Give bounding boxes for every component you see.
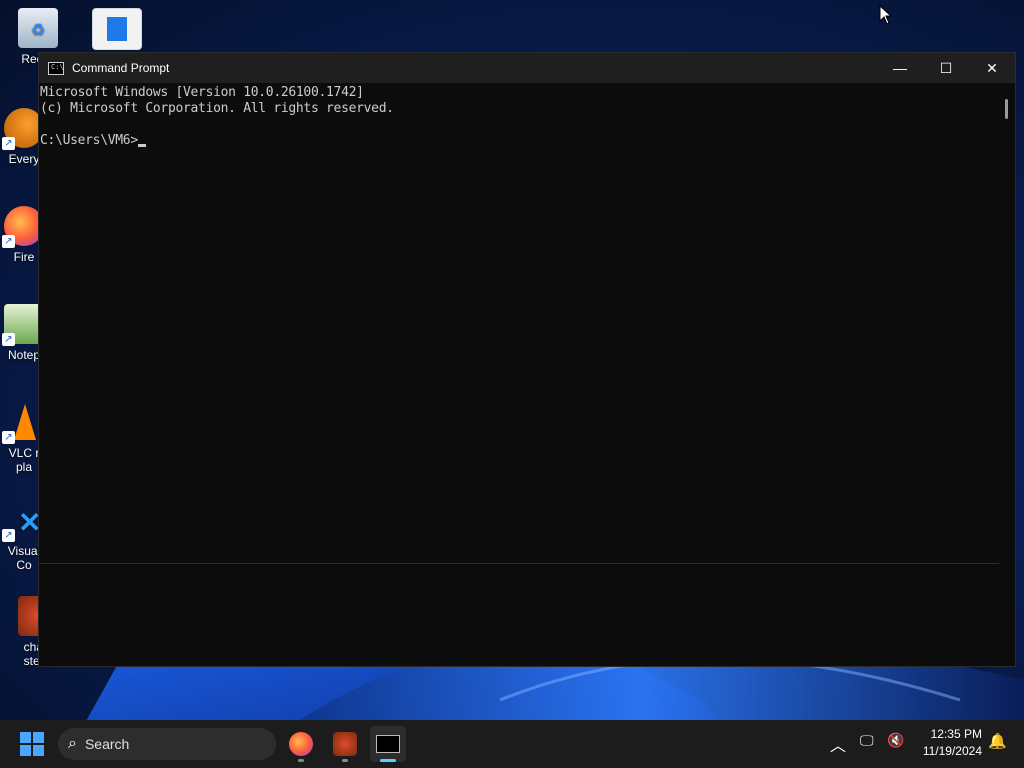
windows-logo-icon	[20, 732, 31, 743]
prompt-text: C:\Users\VM6>	[40, 133, 138, 148]
desktop-icon-window-app[interactable]	[81, 8, 153, 54]
volume-muted-icon[interactable]: 🔇	[887, 732, 904, 749]
desktop-icon-label: Visual	[7, 544, 41, 558]
shortcut-arrow-icon: ↗	[2, 333, 15, 346]
title-bar[interactable]: C:\ Command Prompt — ☐ ✕	[39, 53, 1015, 83]
shortcut-arrow-icon: ↗	[2, 529, 15, 542]
taskbar-app-game[interactable]	[327, 726, 363, 762]
notification-bell-icon[interactable]: 🔔	[988, 732, 1007, 750]
vertical-scrollbar[interactable]	[999, 83, 1015, 563]
desktop-icon-label: VLC r	[8, 446, 40, 460]
prompt-line[interactable]: C:\Users\VM6>	[40, 133, 999, 149]
firefox-icon	[289, 732, 313, 756]
start-button[interactable]	[20, 732, 44, 756]
shortcut-arrow-icon: ↗	[2, 137, 15, 150]
taskbar-search-box[interactable]: ⌕ Search	[58, 728, 276, 760]
shortcut-arrow-icon: ↗	[2, 431, 15, 444]
console-line: Microsoft Windows [Version 10.0.26100.17…	[40, 85, 364, 100]
console-line: (c) Microsoft Corporation. All rights re…	[40, 101, 394, 116]
taskbar-app-firefox[interactable]	[283, 726, 319, 762]
taskbar-clock[interactable]: 12:35 PM 11/19/2024	[923, 726, 982, 760]
desktop-icon-label: Notep	[7, 348, 41, 362]
search-icon: ⌕	[68, 735, 77, 752]
minimize-button[interactable]: —	[877, 53, 923, 83]
taskbar: ⌕ Search ︿ 🖵 🔇 12:35 PM 11/19/2024 🔔	[0, 720, 1024, 768]
desktop-icon-label: Fire	[13, 250, 35, 264]
running-indicator	[342, 759, 348, 762]
text-cursor	[137, 144, 146, 147]
show-hidden-icons-chevron-up-icon[interactable]: ︿	[830, 732, 846, 756]
close-button[interactable]: ✕	[969, 53, 1015, 83]
shortcut-arrow-icon: ↗	[2, 235, 15, 248]
network-icon[interactable]: 🖵	[860, 732, 874, 749]
search-label: Search	[84, 736, 130, 752]
command-prompt-window[interactable]: C:\ Command Prompt — ☐ ✕ Microsoft Windo…	[38, 52, 1016, 667]
maximize-button[interactable]: ☐	[923, 53, 969, 83]
clock-time: 12:35 PM	[930, 727, 982, 741]
running-indicator	[298, 759, 304, 762]
terminal-icon	[376, 735, 400, 753]
console-lower-area	[39, 563, 999, 666]
window-title: Command Prompt	[72, 61, 170, 75]
game-icon	[333, 732, 357, 756]
mouse-pointer-icon	[879, 5, 893, 25]
clock-date: 11/19/2024	[922, 744, 982, 758]
scrollbar-thumb[interactable]	[1005, 99, 1008, 119]
desktop-icon-label-line2: pla	[15, 460, 32, 474]
desktop-icon-label: Every	[8, 152, 40, 166]
taskbar-app-command-prompt[interactable]	[370, 726, 406, 762]
window-app-icon	[92, 8, 142, 50]
console-output[interactable]: Microsoft Windows [Version 10.0.26100.17…	[39, 83, 999, 565]
desktop-icon-label-line2: Co	[16, 558, 32, 572]
active-indicator	[380, 759, 396, 762]
cmd-icon: C:\	[48, 61, 64, 75]
recycle-bin-icon: ♻	[18, 8, 58, 48]
